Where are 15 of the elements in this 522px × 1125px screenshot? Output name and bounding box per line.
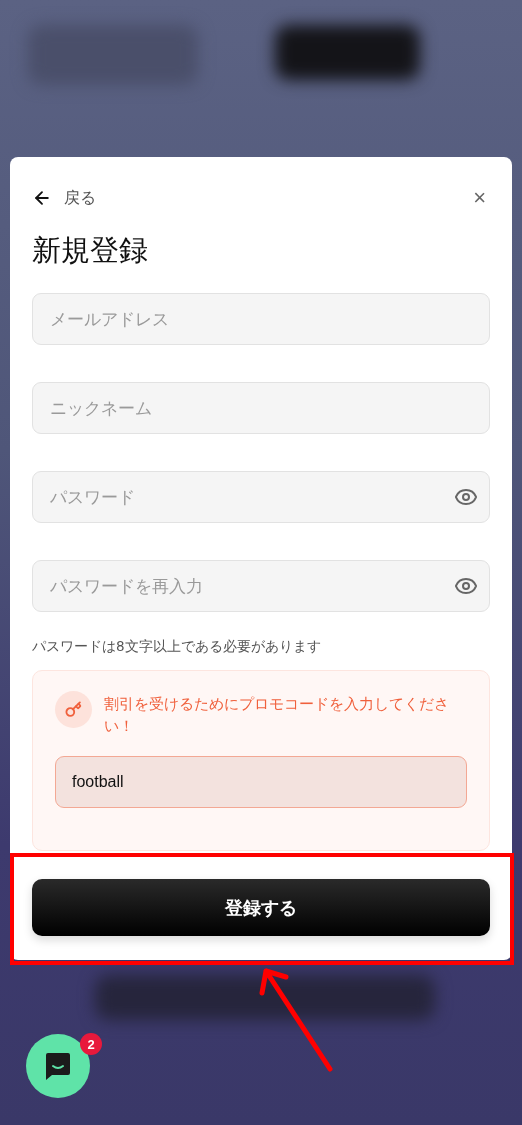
promo-message: 割引を受けるためにプロモコードを入力してください！: [104, 695, 450, 737]
close-button[interactable]: ×: [469, 187, 490, 209]
back-link[interactable]: 戻る: [32, 187, 96, 209]
input-field[interactable]: パスワード: [32, 471, 490, 523]
input-field[interactable]: ニックネーム: [32, 382, 490, 434]
back-label: 戻る: [64, 187, 96, 209]
notification-badge: 2: [80, 1033, 102, 1055]
register-button[interactable]: 登録する: [32, 879, 490, 936]
input-field[interactable]: メールアドレス: [32, 293, 490, 345]
password-hint: パスワードは8文字以上である必要があります: [32, 638, 322, 656]
dialog-title: 新規登録: [32, 232, 149, 269]
key-icon: [55, 691, 92, 728]
promo-code-field[interactable]: football: [55, 755, 467, 808]
input-field[interactable]: パスワードを再入力: [32, 560, 490, 612]
chat-icon: [43, 1051, 73, 1081]
